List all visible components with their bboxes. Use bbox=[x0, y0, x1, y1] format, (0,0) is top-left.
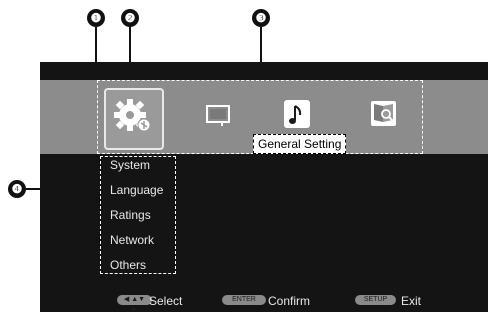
menu-item-others[interactable]: Others bbox=[110, 257, 146, 273]
select-hint: Select bbox=[149, 294, 183, 308]
music-icon[interactable] bbox=[284, 100, 312, 130]
enter-key-icon: ENTER bbox=[222, 295, 266, 305]
navigation-keys-icon: ◀ ▲▼ ▶ bbox=[117, 295, 152, 313]
callout-2: ❷ bbox=[121, 9, 139, 27]
menu-item-network[interactable]: Network bbox=[110, 232, 154, 248]
display-icon[interactable] bbox=[206, 105, 230, 127]
callout-4: ❹ bbox=[8, 180, 26, 198]
setup-gear-icon bbox=[114, 99, 151, 132]
callout-3: ❸ bbox=[252, 9, 270, 27]
callout-1: ❶ bbox=[87, 9, 105, 27]
selected-category-label: General Setting bbox=[253, 134, 347, 154]
menu-item-language[interactable]: Language bbox=[110, 182, 163, 198]
exit-hint: Exit bbox=[401, 294, 422, 308]
photo-search-icon[interactable] bbox=[370, 100, 398, 128]
menu-item-ratings[interactable]: Ratings bbox=[110, 207, 151, 223]
setup-key-icon: SETUP bbox=[355, 295, 396, 305]
confirm-hint: Confirm bbox=[268, 294, 311, 308]
menu-item-system[interactable]: System bbox=[110, 157, 150, 173]
